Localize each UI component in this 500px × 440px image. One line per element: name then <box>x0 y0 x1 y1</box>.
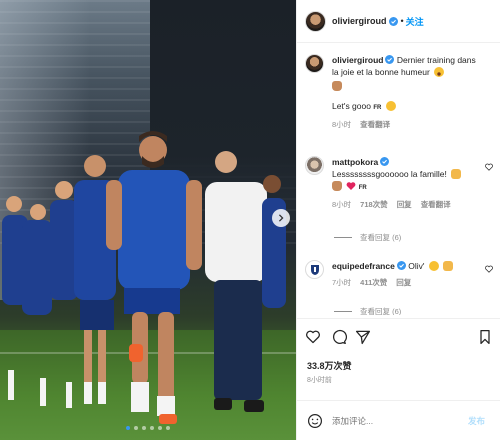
view-replies-button[interactable]: 查看回复 (6) <box>334 306 401 315</box>
verified-badge-icon <box>380 157 390 166</box>
avatar[interactable] <box>305 156 324 175</box>
bookmark-icon[interactable] <box>477 329 493 345</box>
comment-text: Lessssssssgoooooo la famille! <box>332 169 447 179</box>
post-actions: 33.8万次赞 8小时前 <box>297 318 500 408</box>
comments-list: oliviergiroud Dernier training dans la j… <box>297 44 500 315</box>
carousel-dot <box>158 426 162 430</box>
avatar[interactable] <box>305 10 326 32</box>
post-photo[interactable] <box>0 0 296 440</box>
comment-item: mattpokora Lessssssssgoooooo la famille!… <box>305 156 495 211</box>
verified-badge-icon <box>385 55 395 64</box>
carousel-dot <box>126 426 130 430</box>
caption-username[interactable]: oliviergiroud <box>332 55 383 65</box>
flexed-biceps-icon <box>332 181 342 191</box>
carousel-dot <box>134 426 138 430</box>
separator-dot: • <box>400 16 404 26</box>
heart-eyes-face-icon <box>428 261 439 271</box>
grinning-face-icon <box>434 67 445 77</box>
post-comment-button[interactable]: 发布 <box>468 415 485 427</box>
reply-button[interactable]: 回复 <box>397 199 412 211</box>
post-time: 8小时前 <box>307 377 332 384</box>
like-comment-icon[interactable] <box>485 163 493 171</box>
divider <box>334 237 352 238</box>
avatar[interactable] <box>305 260 324 279</box>
verified-badge-icon <box>396 261 406 270</box>
divider <box>334 311 352 312</box>
carousel-indicator <box>0 426 296 430</box>
heart-eyes-face-icon <box>385 101 396 111</box>
reply-button[interactable]: 回复 <box>396 277 411 289</box>
like-comment-icon[interactable] <box>485 265 493 273</box>
chevron-right-icon <box>278 214 284 222</box>
caption-time: 8小时 <box>332 120 352 129</box>
comment-like-count[interactable]: 718次赞 <box>360 199 388 211</box>
view-replies-button[interactable]: 查看回复 (6) <box>334 232 401 243</box>
next-slide-button[interactable] <box>272 209 290 227</box>
carousel-dot <box>166 426 170 430</box>
players-illustration <box>2 131 286 424</box>
view-replies-label: 查看回复 (6) <box>360 233 402 242</box>
see-translation-link[interactable]: 查看翻译 <box>360 119 390 131</box>
caption-line2: Let's gooo <box>332 101 371 111</box>
comment-text: Oliv' <box>408 261 425 271</box>
see-translation-link[interactable]: 查看翻译 <box>421 199 451 211</box>
comment-like-count[interactable]: 411次赞 <box>360 277 387 289</box>
emoji-smiley-icon[interactable] <box>307 413 323 429</box>
comment-time: 8小时 <box>332 200 352 209</box>
like-count[interactable]: 33.8万次赞 <box>307 359 352 372</box>
carousel-dot <box>150 426 154 430</box>
comment-item: equipedefrance Oliv' 7小时 411次赞 回复 <box>305 260 495 289</box>
post-side-panel: oliviergiroud • 关注 oliviergiroud Dernier… <box>296 0 500 440</box>
post-author-username[interactable]: oliviergiroud <box>332 16 387 26</box>
add-comment-bar: 发布 <box>297 400 500 440</box>
flexed-biceps-icon <box>332 81 342 91</box>
carousel-dot <box>142 426 146 430</box>
flag-fr-icon: FR <box>358 185 367 191</box>
follow-button[interactable]: 关注 <box>406 15 424 28</box>
comment-username[interactable]: mattpokora <box>332 157 378 167</box>
flag-fr-icon: FR <box>373 105 382 111</box>
red-heart-icon <box>346 182 356 190</box>
comment-icon[interactable] <box>331 329 347 345</box>
comment-time: 7小时 <box>332 278 352 287</box>
clapping-hands-icon <box>451 169 462 179</box>
post-header: oliviergiroud • 关注 <box>297 0 500 43</box>
comment-username[interactable]: equipedefrance <box>332 261 395 271</box>
fff-logo-icon <box>310 264 319 275</box>
view-replies-label: 查看回复 (6) <box>360 307 402 315</box>
verified-badge-icon <box>388 16 398 26</box>
clapping-hands-icon <box>443 261 454 271</box>
comment-input[interactable] <box>332 415 462 426</box>
caption: oliviergiroud Dernier training dans la j… <box>305 54 495 131</box>
avatar[interactable] <box>305 54 324 73</box>
share-icon[interactable] <box>355 329 371 345</box>
like-heart-icon[interactable] <box>305 329 321 345</box>
